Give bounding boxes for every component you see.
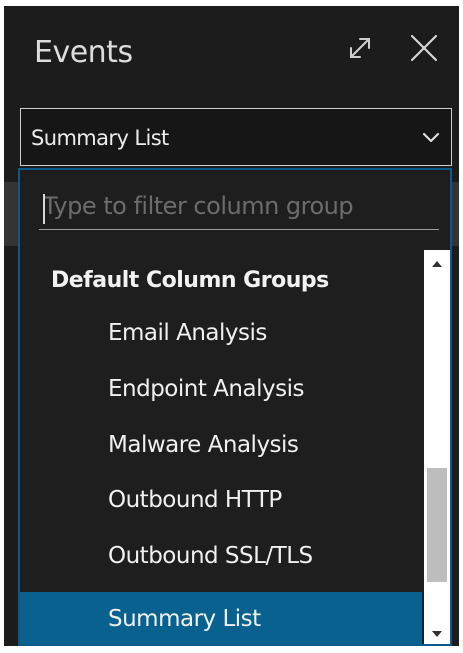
scroll-up-button[interactable] [424,250,450,274]
list-item-label: Outbound HTTP [108,487,282,513]
arrow-down-icon [431,623,443,642]
column-group-list: Default Column Groups Email Analysis End… [20,250,422,644]
list-item[interactable]: Malware Analysis [20,418,422,472]
close-icon [408,32,440,68]
close-button[interactable] [402,28,446,72]
list-item-label: Summary List [108,606,261,632]
text-cursor [43,194,45,224]
events-panel: Events Summary List Type to filter colum… [4,6,459,646]
list-item-label: Outbound SSL/TLS [108,543,313,569]
expand-button[interactable] [340,30,380,70]
group-header: Default Column Groups [51,268,329,293]
chevron-down-icon [421,129,441,147]
scrollbar-thumb[interactable] [427,468,447,582]
panel-title: Events [34,35,133,70]
list-item[interactable]: Endpoint Analysis [20,362,422,416]
list-item[interactable]: Outbound HTTP [20,473,422,527]
list-item[interactable]: Outbound SSL/TLS [20,529,422,583]
list-item-label: Endpoint Analysis [108,376,304,402]
expand-icon [344,32,376,68]
scroll-down-button[interactable] [424,620,450,644]
list-scrollbar[interactable] [424,250,450,644]
list-item-selected[interactable]: Summary List [20,592,422,644]
list-item-label: Malware Analysis [108,432,299,458]
column-group-dropdown: Default Column Groups Email Analysis End… [18,168,452,646]
column-group-filter-input[interactable] [39,188,439,230]
background-strip [4,182,19,246]
list-item[interactable]: Email Analysis [20,306,422,360]
arrow-up-icon [431,253,443,272]
list-item-label: Email Analysis [108,320,267,346]
column-group-select[interactable]: Summary List [20,108,452,166]
column-group-select-value: Summary List [31,126,169,150]
